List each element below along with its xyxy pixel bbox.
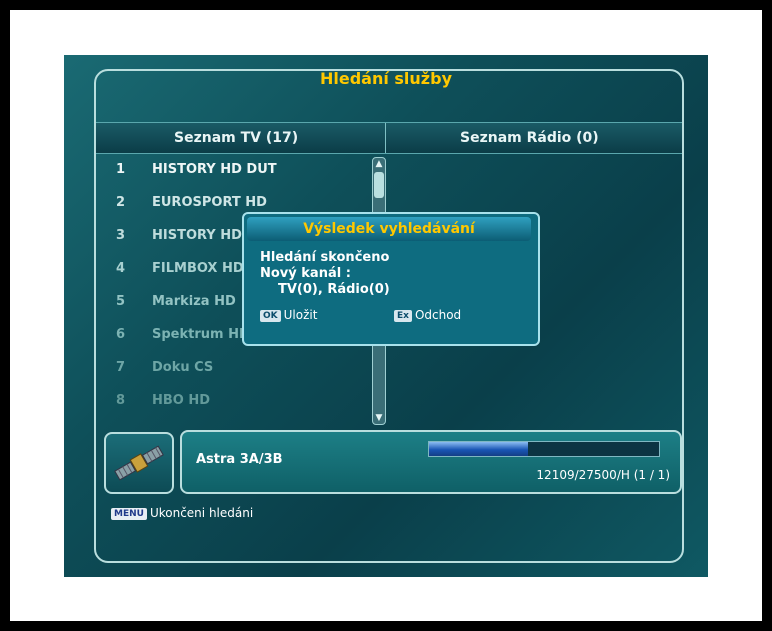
- channel-number: 6: [116, 327, 126, 342]
- channel-number: 7: [116, 360, 126, 375]
- footer-hint: MENU Ukončeni hledáni: [111, 506, 253, 520]
- channel-number: 5: [116, 294, 126, 309]
- channel-row[interactable]: 8 HBO HD: [96, 390, 386, 412]
- tv-screen: Hledání služby Seznam TV (17) Seznam Rád…: [64, 55, 708, 577]
- ok-key-icon: OK: [260, 310, 281, 322]
- channel-number: 3: [116, 228, 126, 243]
- channel-name: HISTORY HD: [152, 228, 242, 243]
- save-label: Uložit: [283, 308, 318, 322]
- transponder-info: 12109/27500/H (1 / 1): [536, 468, 670, 482]
- channel-name: HBO HD: [152, 393, 211, 408]
- channel-row[interactable]: 1 HISTORY HD DUT: [96, 159, 386, 181]
- scroll-thumb[interactable]: [374, 172, 384, 198]
- menu-key-icon[interactable]: MENU: [111, 508, 147, 520]
- dialog-new-channel-label: Nový kanál :: [260, 266, 351, 281]
- channel-name: Doku CS: [152, 360, 214, 375]
- scan-progress-fill: [429, 442, 528, 456]
- tab-tv-list[interactable]: Seznam TV (17): [174, 130, 298, 146]
- channel-name: Markiza HD: [152, 294, 236, 309]
- dialog-status-text: Hledání skončeno: [260, 250, 390, 265]
- satellite-name: Astra 3A/3B: [196, 452, 283, 467]
- channel-number: 1: [116, 162, 126, 177]
- exit-key-icon: Ex: [394, 310, 412, 322]
- dialog-title: Výsledek vyhledávání: [247, 217, 531, 241]
- dialog-channel-counts: TV(0), Rádio(0): [278, 282, 390, 297]
- screen-title: Hledání služby: [319, 69, 452, 88]
- save-button[interactable]: OK Uložit: [260, 304, 317, 323]
- channel-name: EUROSPORT HD: [152, 195, 267, 210]
- satellite-icon: [104, 432, 174, 494]
- tab-radio-list[interactable]: Seznam Rádio (0): [460, 130, 599, 146]
- exit-label: Odchod: [414, 308, 462, 322]
- header-divider: [385, 123, 386, 153]
- satellite-status-panel: Astra 3A/3B 12109/27500/H (1 / 1): [180, 430, 682, 494]
- channel-row[interactable]: 7 Doku CS: [96, 357, 386, 379]
- channel-row[interactable]: 2 EUROSPORT HD: [96, 192, 386, 214]
- channel-number: 2: [116, 195, 126, 210]
- exit-button[interactable]: Ex Odchod: [394, 304, 461, 323]
- scroll-down-icon[interactable]: ▼: [373, 412, 385, 424]
- scroll-up-icon[interactable]: ▲: [373, 158, 385, 170]
- search-result-dialog: Výsledek vyhledávání Hledání skončeno No…: [242, 212, 540, 346]
- channel-number: 8: [116, 393, 126, 408]
- channel-name: HISTORY HD DUT: [152, 162, 277, 177]
- scan-progress-bar: [428, 441, 660, 457]
- channel-name: FILMBOX HD: [152, 261, 244, 276]
- channel-name: Spektrum HD: [152, 327, 250, 342]
- channel-number: 4: [116, 261, 126, 276]
- list-header: Seznam TV (17) Seznam Rádio (0): [96, 122, 682, 154]
- footer-hint-label: Ukončeni hledáni: [149, 506, 254, 520]
